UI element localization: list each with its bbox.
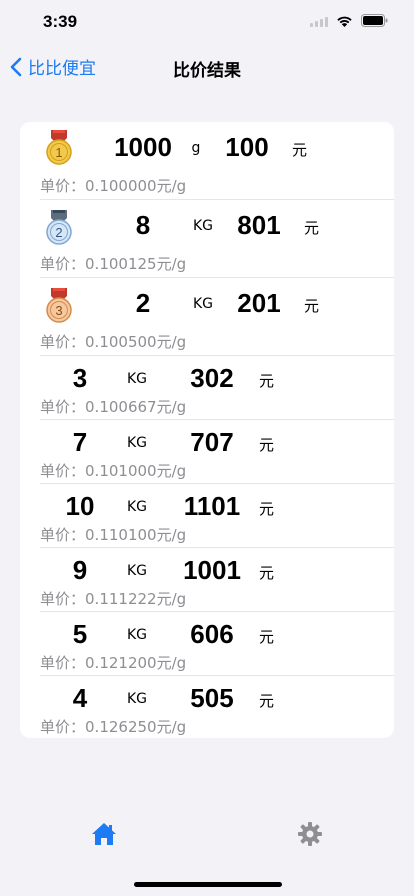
wifi-icon [336, 15, 353, 27]
quantity-value: 7 [72, 427, 88, 457]
unit-price-prefix: 单价： [40, 462, 86, 480]
unit-price-prefix: 单价： [40, 255, 86, 273]
signal-icon [310, 15, 328, 27]
result-row[interactable]: 4 KG 505 元 单价：0.126250元/g [40, 676, 394, 738]
status-bar: 3:39 [0, 0, 414, 44]
price-value: 100 [225, 132, 269, 162]
results-list: 1 1000 g 100 元 单价：0.100000元/g 2 8 KG 801… [20, 122, 394, 738]
svg-text:1: 1 [55, 145, 62, 160]
currency-label: 元 [292, 141, 308, 159]
unit-price: 单价：0.101000元/g [40, 460, 186, 481]
home-icon [92, 823, 116, 845]
svg-text:2: 2 [55, 225, 62, 240]
battery-icon [361, 14, 388, 27]
unit-price-prefix: 单价： [40, 718, 86, 736]
unit-price: 单价：0.126250元/g [40, 716, 186, 737]
unit-price: 单价：0.100125元/g [40, 253, 186, 274]
unit-price: 单价：0.110100元/g [40, 524, 186, 545]
silver-medal-icon: 2 [45, 208, 73, 246]
unit-price-value: 0.100125元/g [85, 255, 187, 273]
currency-label: 元 [259, 500, 275, 518]
currency-label: 元 [304, 297, 320, 315]
result-row[interactable]: 2 8 KG 801 元 单价：0.100125元/g [40, 200, 394, 278]
unit-price-prefix: 单价： [40, 177, 86, 195]
svg-text:3: 3 [55, 303, 62, 318]
currency-label: 元 [259, 628, 275, 646]
tab-home[interactable] [90, 820, 118, 848]
unit-price-value: 0.110100元/g [85, 526, 187, 544]
result-row[interactable]: 10 KG 1101 元 单价：0.110100元/g [40, 484, 394, 548]
unit-price: 单价：0.100500元/g [40, 331, 186, 352]
unit-price-value: 0.100500元/g [85, 333, 187, 351]
unit-price-value: 0.101000元/g [85, 462, 187, 480]
quantity-value: 5 [72, 619, 88, 649]
gear-icon [298, 822, 322, 846]
price-value: 1001 [183, 555, 241, 585]
result-row[interactable]: 3 KG 302 元 单价：0.100667元/g [40, 356, 394, 420]
quantity-value: 8 [135, 210, 151, 240]
gold-medal-icon: 1 [45, 128, 73, 166]
unit-price-value: 0.126250元/g [85, 718, 187, 736]
unit-price-prefix: 单价： [40, 333, 86, 351]
bronze-medal-icon: 3 [45, 286, 73, 324]
unit-price: 单价：0.100000元/g [40, 175, 186, 196]
status-time: 3:39 [43, 12, 78, 31]
quantity-value: 10 [65, 491, 95, 521]
quantity-value: 3 [72, 363, 88, 393]
unit-label: KG [126, 435, 148, 451]
unit-price-value: 0.111222元/g [85, 590, 187, 608]
navigation-bar: 比比便宜 比价结果 [0, 50, 414, 86]
currency-label: 元 [259, 436, 275, 454]
price-value: 707 [190, 427, 234, 457]
currency-label: 元 [259, 692, 275, 710]
result-row[interactable]: 1 1000 g 100 元 单价：0.100000元/g [40, 122, 394, 200]
currency-label: 元 [304, 219, 320, 237]
currency-label: 元 [259, 564, 275, 582]
unit-price-prefix: 单价： [40, 398, 86, 416]
quantity-value: 1000 [114, 132, 172, 162]
quantity-value: 4 [72, 683, 88, 713]
result-row[interactable]: 3 2 KG 201 元 单价：0.100500元/g [40, 278, 394, 356]
tab-bar [0, 810, 414, 860]
unit-price-prefix: 单价： [40, 654, 86, 672]
unit-price-value: 0.100000元/g [85, 177, 187, 195]
result-row[interactable]: 9 KG 1001 元 单价：0.111222元/g [40, 548, 394, 612]
quantity-value: 2 [135, 288, 151, 318]
unit-price: 单价：0.111222元/g [40, 588, 186, 609]
price-value: 201 [237, 288, 281, 318]
unit-price-value: 0.100667元/g [85, 398, 187, 416]
unit-label: KG [126, 499, 148, 515]
price-value: 1101 [183, 491, 241, 521]
unit-label: KG [126, 627, 148, 643]
page-title: 比价结果 [173, 61, 241, 81]
unit-price-prefix: 单价： [40, 526, 86, 544]
status-icons [310, 14, 388, 27]
unit-price-prefix: 单价： [40, 590, 86, 608]
result-row[interactable]: 5 KG 606 元 单价：0.121200元/g [40, 612, 394, 676]
unit-label: KG [192, 296, 214, 312]
currency-label: 元 [259, 372, 275, 390]
unit-label: KG [192, 218, 214, 234]
unit-label: KG [126, 563, 148, 579]
unit-price-value: 0.121200元/g [85, 654, 187, 672]
unit-price: 单价：0.100667元/g [40, 396, 186, 417]
price-value: 606 [190, 619, 234, 649]
tab-settings[interactable] [296, 820, 324, 848]
unit-label: KG [126, 691, 148, 707]
home-indicator [134, 882, 282, 887]
unit-label: KG [126, 371, 148, 387]
price-value: 801 [237, 210, 281, 240]
quantity-value: 9 [72, 555, 88, 585]
price-value: 302 [190, 363, 234, 393]
unit-price: 单价：0.121200元/g [40, 652, 186, 673]
result-row[interactable]: 7 KG 707 元 单价：0.101000元/g [40, 420, 394, 484]
price-value: 505 [190, 683, 234, 713]
unit-label: g [191, 140, 201, 156]
